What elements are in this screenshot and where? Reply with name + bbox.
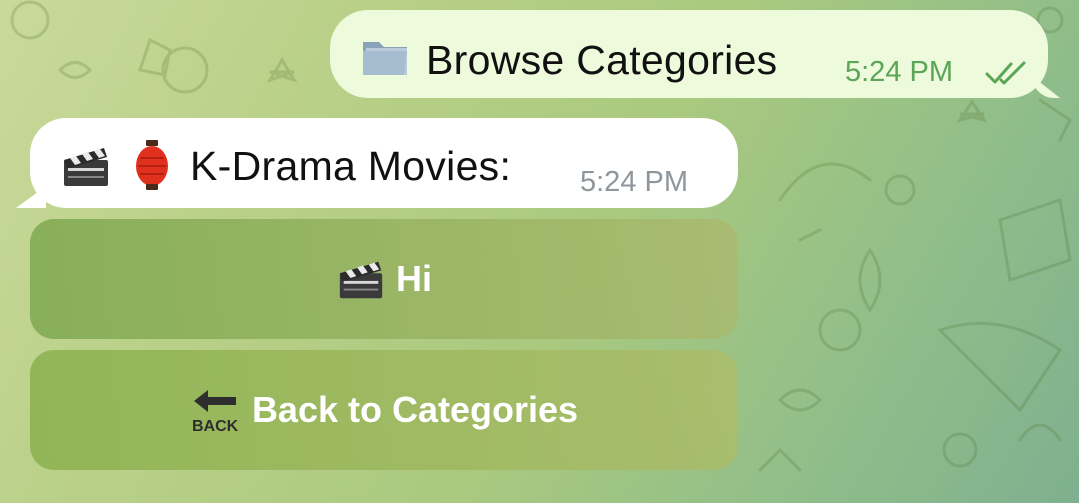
incoming-message-time: 5:24 PM bbox=[580, 166, 688, 198]
back-arrow-icon: BACK bbox=[192, 390, 239, 433]
clapper-board-icon bbox=[339, 261, 383, 299]
inline-button-hi-label: Hi bbox=[396, 258, 432, 299]
inline-button-hi-content: Hi bbox=[336, 256, 432, 302]
inline-button-back-content: BACK Back to Categories bbox=[190, 387, 578, 433]
red-lantern-icon bbox=[136, 140, 168, 190]
outgoing-message-bubble[interactable]: Browse Categories 5:24 PM bbox=[330, 10, 1048, 98]
inline-button-back-label: Back to Categories bbox=[251, 389, 579, 430]
inline-button-hi[interactable]: Hi bbox=[30, 219, 738, 339]
outgoing-message-text: Browse Categories bbox=[426, 37, 778, 83]
svg-text:BACK: BACK bbox=[192, 418, 239, 433]
double-check-icon bbox=[985, 61, 1026, 85]
file-folder-icon bbox=[363, 42, 407, 75]
incoming-message-bubble[interactable]: K-Drama Movies: 5:24 PM bbox=[30, 118, 738, 208]
outgoing-message-time: 5:24 PM bbox=[845, 56, 953, 88]
inline-button-back-to-categories[interactable]: BACK Back to Categories bbox=[30, 350, 738, 470]
clapper-board-icon bbox=[64, 148, 108, 186]
incoming-message-text: K-Drama Movies: bbox=[190, 143, 512, 189]
